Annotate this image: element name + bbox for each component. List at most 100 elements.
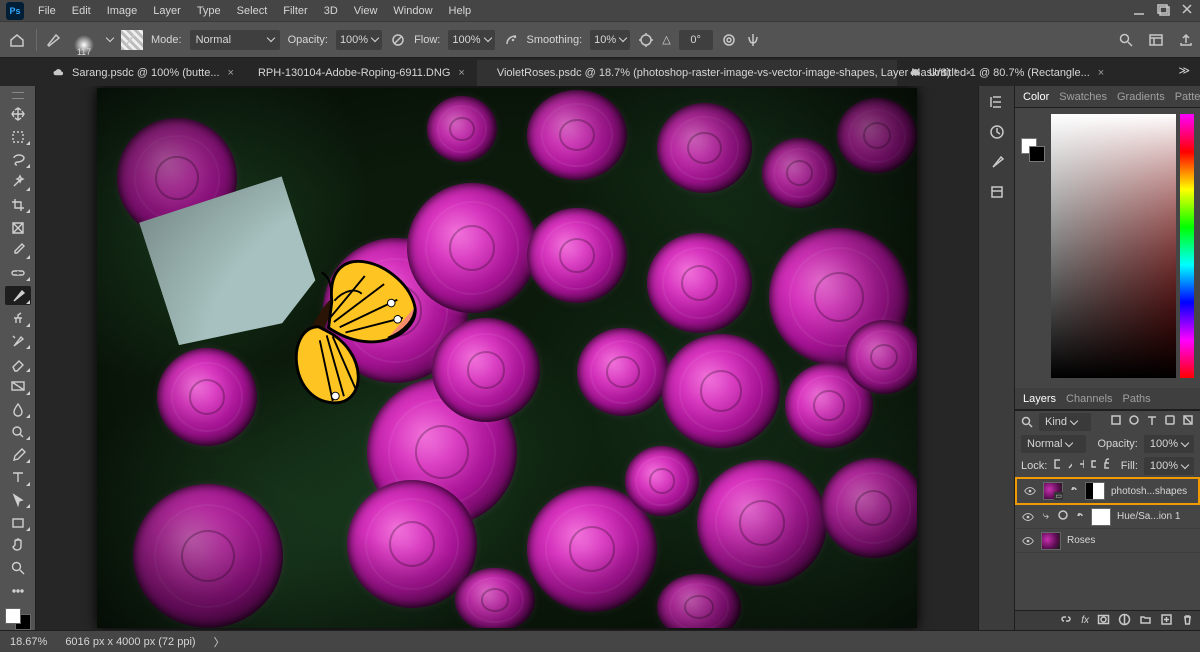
dodge-tool[interactable] <box>5 423 31 442</box>
smoothing-options-icon[interactable] <box>638 32 654 48</box>
symmetry-icon[interactable] <box>745 32 761 48</box>
close-tab-icon[interactable]: × <box>458 67 464 79</box>
pressure-opacity-icon[interactable] <box>390 32 406 48</box>
tab-overflow-icon[interactable]: ≫ <box>1178 64 1192 77</box>
pressure-size-icon[interactable] <box>721 32 737 48</box>
zoom-tool[interactable] <box>5 559 31 578</box>
layer-fx-icon[interactable]: fx <box>1081 615 1089 626</box>
menu-file[interactable]: File <box>30 2 64 20</box>
rect-marquee-tool[interactable] <box>5 128 31 147</box>
visibility-icon[interactable] <box>1021 510 1035 524</box>
magic-wand-tool[interactable] <box>5 173 31 192</box>
panel-tab-patterns[interactable]: Patterns <box>1175 91 1200 103</box>
blur-tool[interactable] <box>5 400 31 419</box>
filter-pixel-icon[interactable] <box>1110 414 1122 430</box>
lock-transparency-icon[interactable] <box>1053 458 1059 474</box>
heal-tool[interactable] <box>5 264 31 283</box>
lasso-tool[interactable] <box>5 150 31 169</box>
lock-all-icon[interactable] <box>1102 458 1108 474</box>
delete-layer-icon[interactable] <box>1181 613 1194 629</box>
airbrush-icon[interactable] <box>503 32 519 48</box>
menu-image[interactable]: Image <box>99 2 146 20</box>
lock-position-icon[interactable] <box>1078 458 1084 474</box>
visibility-icon[interactable] <box>1023 484 1037 498</box>
pen-tool[interactable] <box>5 445 31 464</box>
filter-adjust-icon[interactable] <box>1128 414 1140 430</box>
rectangle-tool[interactable] <box>5 513 31 532</box>
history-brush-tool[interactable] <box>5 332 31 351</box>
brush-preview[interactable]: 117 <box>69 25 99 55</box>
toolbar-grip[interactable] <box>12 92 24 99</box>
close-icon[interactable] <box>1180 2 1194 16</box>
menu-view[interactable]: View <box>346 2 386 20</box>
filter-type-icon[interactable] <box>1146 414 1158 430</box>
status-chevron-icon[interactable]: 〉 <box>214 634 223 650</box>
crop-tool[interactable] <box>5 196 31 215</box>
document-tab[interactable]: Untitled-1 @ 80.7% (Rectangle...× <box>897 60 1116 86</box>
panel-tab-layers[interactable]: Layers <box>1023 393 1056 405</box>
clone-tool[interactable] <box>5 309 31 328</box>
filter-smart-icon[interactable] <box>1182 414 1194 430</box>
adjustment-layer-icon[interactable] <box>1118 613 1131 629</box>
workspace-icon[interactable] <box>1148 32 1164 48</box>
panel-tab-paths[interactable]: Paths <box>1123 393 1151 405</box>
blend-mode-select[interactable]: Normal <box>190 30 280 50</box>
layer-row[interactable]: ▭photosh...shapes <box>1015 477 1200 505</box>
fg-bg-color[interactable] <box>5 608 31 630</box>
minimize-icon[interactable] <box>1132 2 1146 16</box>
menu-help[interactable]: Help <box>441 2 480 20</box>
layer-kind-filter[interactable]: Kind <box>1039 413 1091 431</box>
move-tool[interactable] <box>5 105 31 124</box>
canvas-area[interactable] <box>36 86 978 630</box>
menu-edit[interactable]: Edit <box>64 2 99 20</box>
hand-tool[interactable] <box>5 536 31 555</box>
layer-opacity-field[interactable]: 100% <box>1144 435 1194 453</box>
layer-row[interactable]: Roses <box>1015 529 1200 553</box>
panel-tab-gradients[interactable]: Gradients <box>1117 91 1165 103</box>
panel-tab-swatches[interactable]: Swatches <box>1059 91 1107 103</box>
fg-bg-swatch[interactable] <box>1021 138 1045 162</box>
search-icon[interactable] <box>1021 416 1033 428</box>
flow-field[interactable]: 100% <box>448 30 494 50</box>
lock-pixels-icon[interactable] <box>1066 458 1072 474</box>
brush-tool[interactable] <box>5 286 31 305</box>
group-icon[interactable] <box>1139 613 1152 629</box>
smoothing-field[interactable]: 10% <box>590 30 630 50</box>
layer-mask-icon[interactable] <box>1097 613 1110 629</box>
eyedropper-tool[interactable] <box>5 241 31 260</box>
panel-toggle-icon[interactable] <box>989 94 1005 110</box>
panel-tab-color[interactable]: Color <box>1023 91 1049 103</box>
path-select-tool[interactable] <box>5 491 31 510</box>
visibility-icon[interactable] <box>1021 534 1035 548</box>
opacity-field[interactable]: 100% <box>336 30 382 50</box>
hue-slider[interactable] <box>1180 114 1194 378</box>
menu-filter[interactable]: Filter <box>275 2 315 20</box>
layer-row[interactable]: ⤷Hue/Sa...ion 1 <box>1015 505 1200 529</box>
document-tab[interactable]: Sarang.psdc @ 100% (butte...× <box>40 60 246 86</box>
layer-fill-field[interactable]: 100% <box>1144 457 1194 475</box>
close-tab-icon[interactable]: × <box>228 67 234 79</box>
document-tab[interactable]: RPH-130104-Adobe-Roping-6911.DNG× <box>246 60 477 86</box>
eraser-tool[interactable] <box>5 354 31 373</box>
menu-type[interactable]: Type <box>189 2 229 20</box>
panel-tab-channels[interactable]: Channels <box>1066 393 1112 405</box>
link-layers-icon[interactable] <box>1060 613 1073 629</box>
lock-artboard-icon[interactable] <box>1090 458 1096 474</box>
frame-tool[interactable] <box>5 218 31 237</box>
filter-shape-icon[interactable] <box>1164 414 1176 430</box>
brush-panel-toggle[interactable] <box>121 30 143 50</box>
menu-select[interactable]: Select <box>229 2 276 20</box>
share-icon[interactable] <box>1178 32 1194 48</box>
maximize-icon[interactable] <box>1156 2 1170 16</box>
menu-layer[interactable]: Layer <box>145 2 189 20</box>
menu-3d[interactable]: 3D <box>316 2 346 20</box>
document-tab[interactable]: VioletRoses.psdc @ 18.7% (photoshop-rast… <box>477 60 897 86</box>
layer-blend-mode[interactable]: Normal <box>1021 435 1086 453</box>
brush-panel-icon[interactable] <box>989 154 1005 170</box>
angle-field[interactable]: 0° <box>679 30 713 50</box>
menu-window[interactable]: Window <box>385 2 440 20</box>
close-tab-icon[interactable]: × <box>1098 67 1104 79</box>
search-icon[interactable] <box>1118 32 1134 48</box>
more-tool[interactable] <box>5 581 31 600</box>
gradient-tool[interactable] <box>5 377 31 396</box>
